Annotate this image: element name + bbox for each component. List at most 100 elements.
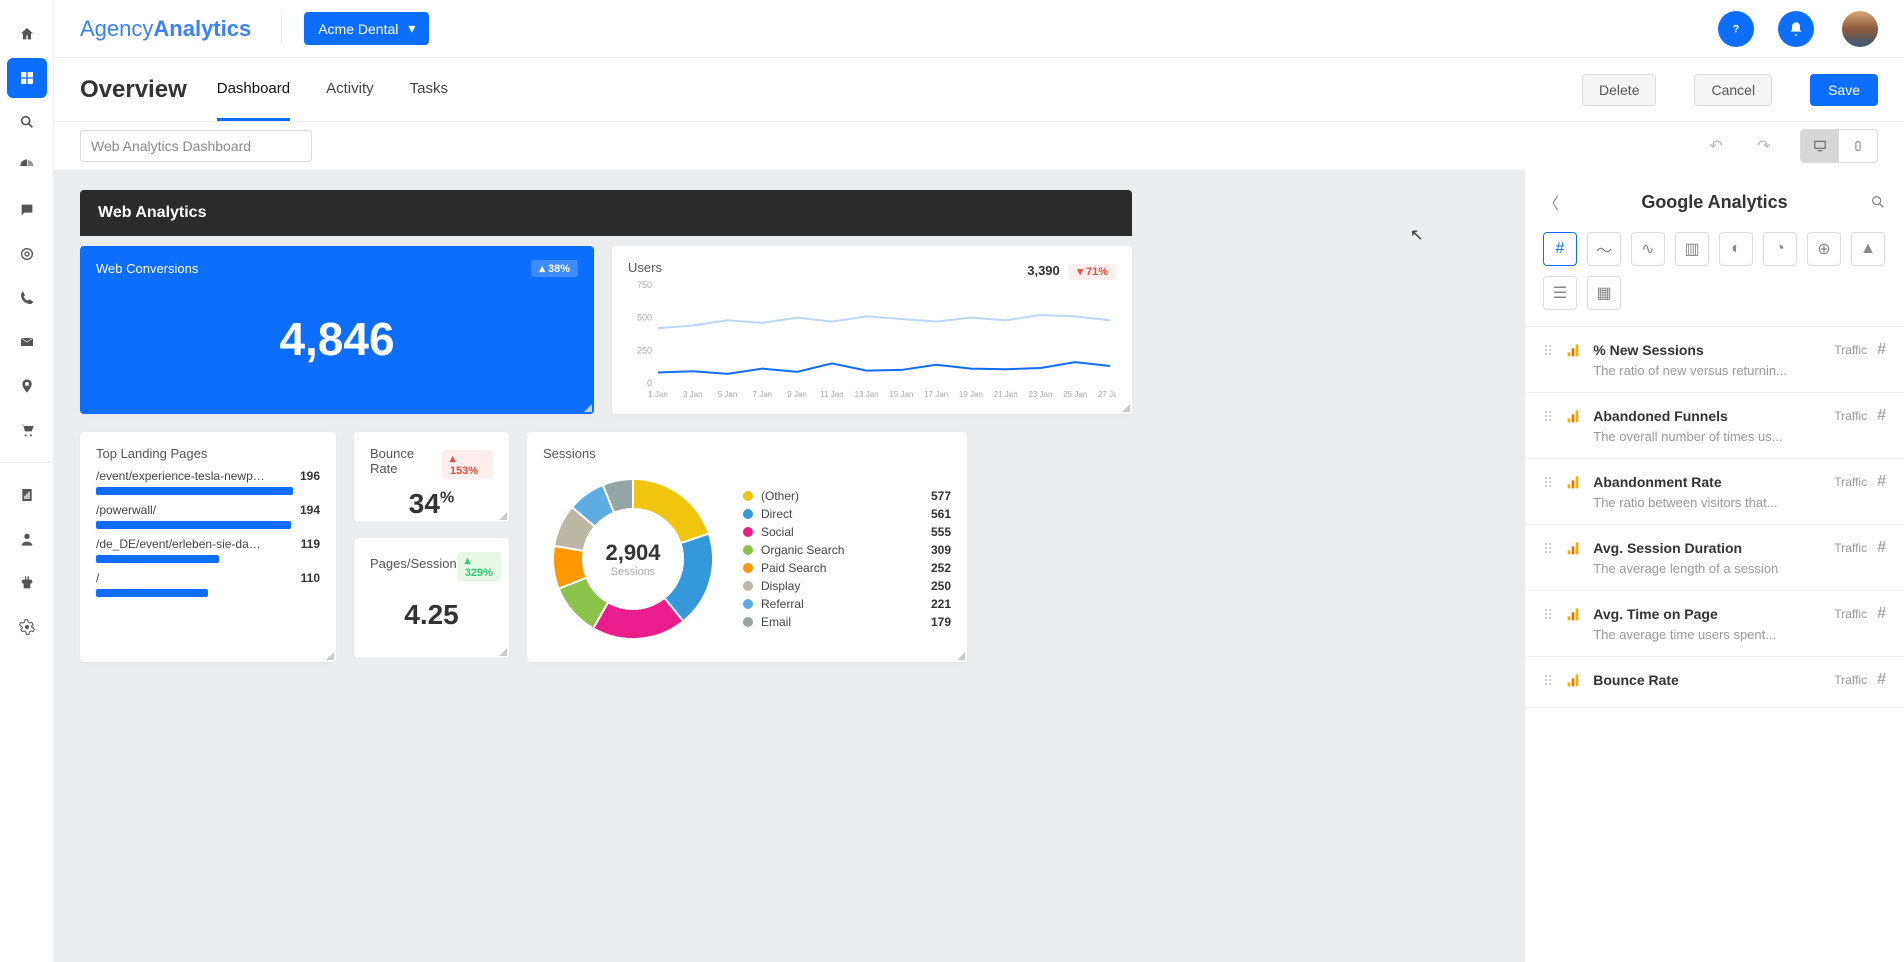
hash-icon: # [1877, 341, 1886, 359]
resize-handle[interactable] [957, 652, 965, 660]
tab-tasks[interactable]: Tasks [410, 58, 448, 121]
nav-home-icon[interactable] [7, 14, 47, 54]
svg-text:250: 250 [637, 345, 652, 355]
widget-type-area-icon[interactable]: ▲ [1851, 232, 1885, 266]
widget-type-globe-icon[interactable]: ⊕ [1807, 232, 1841, 266]
drag-handle-icon[interactable]: ⠿ [1543, 607, 1553, 624]
widget-type-line-icon[interactable]: 〜 [1587, 232, 1621, 266]
resize-handle[interactable] [326, 652, 334, 660]
metric-category: Traffic [1834, 343, 1867, 357]
svg-text:17 Jan: 17 Jan [924, 390, 948, 399]
metric-category: Traffic [1834, 541, 1867, 555]
metric-category: Traffic [1834, 673, 1867, 687]
legend-value: 309 [931, 543, 951, 557]
help-button[interactable]: ? [1718, 11, 1754, 47]
hash-icon: # [1877, 473, 1886, 491]
nav-dashboard-icon[interactable] [7, 58, 47, 98]
widget-title: Pages/Session [370, 556, 457, 571]
widget-type-bar-icon[interactable]: ▥ [1675, 232, 1709, 266]
nav-report-icon[interactable] [7, 475, 47, 515]
search-icon[interactable] [1870, 194, 1886, 210]
redo-icon[interactable]: ↷ [1744, 126, 1784, 166]
delta-badge: ▴ 38% [531, 260, 578, 277]
tab-activity[interactable]: Activity [326, 58, 374, 121]
widget-type-list-icon[interactable]: ☰ [1543, 276, 1577, 310]
widget-type-pie-icon[interactable]: ◔ [1763, 232, 1797, 266]
hash-icon: # [1877, 539, 1886, 557]
undo-icon[interactable]: ↶ [1696, 126, 1736, 166]
widget-sessions[interactable]: Sessions 2,904 Sessions (Other) 577 [527, 432, 967, 662]
back-icon[interactable]: 〈 [1543, 190, 1559, 214]
legend-row: Direct 561 [743, 505, 951, 523]
nav-phone-icon[interactable] [7, 278, 47, 318]
nav-cart-icon[interactable] [7, 410, 47, 450]
metric-item[interactable]: ⠿ Abandonment Rate Traffic # The ratio b… [1525, 459, 1904, 525]
dashboard-canvas[interactable]: Web Analytics Web Conversions ▴ 38% 4,84… [54, 170, 1524, 962]
save-button[interactable]: Save [1810, 74, 1878, 106]
delta-badge: ▴ 329% [457, 552, 501, 581]
notifications-button[interactable] [1778, 11, 1814, 47]
tabs: Dashboard Activity Tasks [217, 58, 448, 121]
svg-text:15 Jan: 15 Jan [889, 390, 913, 399]
panel-title: Google Analytics [1575, 192, 1854, 213]
svg-text:0: 0 [647, 378, 652, 388]
nav-settings-icon[interactable] [7, 607, 47, 647]
nav-mail-icon[interactable] [7, 322, 47, 362]
cancel-button[interactable]: Cancel [1694, 74, 1772, 106]
svg-text:11 Jan: 11 Jan [820, 390, 843, 399]
widget-type-sparkline-icon[interactable]: ∿ [1631, 232, 1665, 266]
brand-logo[interactable]: AgencyAnalytics [80, 16, 251, 42]
dashboard-name-input[interactable] [80, 130, 312, 162]
drag-handle-icon[interactable]: ⠿ [1543, 541, 1553, 558]
widget-type-number-icon[interactable]: # [1543, 232, 1577, 266]
nav-plugin-icon[interactable] [7, 563, 47, 603]
widget-bounce-rate[interactable]: Bounce Rate ▴ 153% 34% [354, 432, 509, 522]
drag-handle-icon[interactable]: ⠿ [1543, 343, 1553, 360]
legend-row: Display 250 [743, 577, 951, 595]
widget-pages-session[interactable]: Pages/Session ▴ 329% 4.25 [354, 538, 509, 658]
drag-handle-icon[interactable]: ⠿ [1543, 673, 1553, 690]
drag-handle-icon[interactable]: ⠿ [1543, 409, 1553, 426]
tab-dashboard[interactable]: Dashboard [217, 58, 290, 121]
user-avatar[interactable] [1842, 11, 1878, 47]
metric-name: Abandoned Funnels [1593, 408, 1824, 424]
svg-text:25 Jan: 25 Jan [1063, 390, 1087, 399]
widget-landing-pages[interactable]: Top Landing Pages /event/experience-tesl… [80, 432, 336, 662]
nav-target-icon[interactable] [7, 234, 47, 274]
svg-text:13 Jan: 13 Jan [855, 390, 879, 399]
metric-item[interactable]: ⠿ % New Sessions Traffic # The ratio of … [1525, 327, 1904, 393]
metric-item[interactable]: ⠿ Avg. Session Duration Traffic # The av… [1525, 525, 1904, 591]
resize-handle[interactable] [584, 404, 592, 412]
drag-handle-icon[interactable]: ⠿ [1543, 475, 1553, 492]
device-toggle [1800, 129, 1878, 163]
widget-type-table-icon[interactable]: ▦ [1587, 276, 1621, 310]
landing-page-row: /110 [96, 571, 320, 597]
metric-description: The overall number of times us... [1593, 429, 1813, 444]
widget-users[interactable]: Users 3,390 ▾ 71% 02505007501 Jan3 Jan5 … [612, 246, 1132, 414]
desktop-view-icon[interactable] [1801, 130, 1839, 162]
nav-search-icon[interactable] [7, 102, 47, 142]
nav-location-icon[interactable] [7, 366, 47, 406]
resize-handle[interactable] [499, 512, 507, 520]
metric-item[interactable]: ⠿ Avg. Time on Page Traffic # The averag… [1525, 591, 1904, 657]
landing-page-row: /de_DE/event/erleben-sie-das-model-s-...… [96, 537, 320, 563]
page-title: Overview [80, 76, 187, 104]
metric-item[interactable]: ⠿ Bounce Rate Traffic # [1525, 657, 1904, 708]
nav-analytics-icon[interactable] [7, 146, 47, 186]
delete-button[interactable]: Delete [1582, 74, 1656, 106]
nav-user-icon[interactable] [7, 519, 47, 559]
widget-conversions[interactable]: Web Conversions ▴ 38% 4,846 [80, 246, 594, 414]
lp-path: /powerwall/ [96, 503, 156, 517]
widget-type-gauge-icon[interactable]: ◐ [1719, 232, 1753, 266]
mobile-view-icon[interactable] [1839, 130, 1877, 162]
workspace-selector[interactable]: Acme Dental▾ [304, 12, 429, 45]
resize-handle[interactable] [1122, 404, 1130, 412]
metric-item[interactable]: ⠿ Abandoned Funnels Traffic # The overal… [1525, 393, 1904, 459]
resize-handle[interactable] [499, 648, 507, 656]
google-analytics-icon [1565, 607, 1581, 623]
left-nav [0, 0, 54, 962]
metric-description: The ratio between visitors that... [1593, 495, 1813, 510]
nav-chat-icon[interactable] [7, 190, 47, 230]
metric-name: Bounce Rate [1593, 672, 1824, 688]
donut-center: 2,904 Sessions [605, 540, 660, 578]
